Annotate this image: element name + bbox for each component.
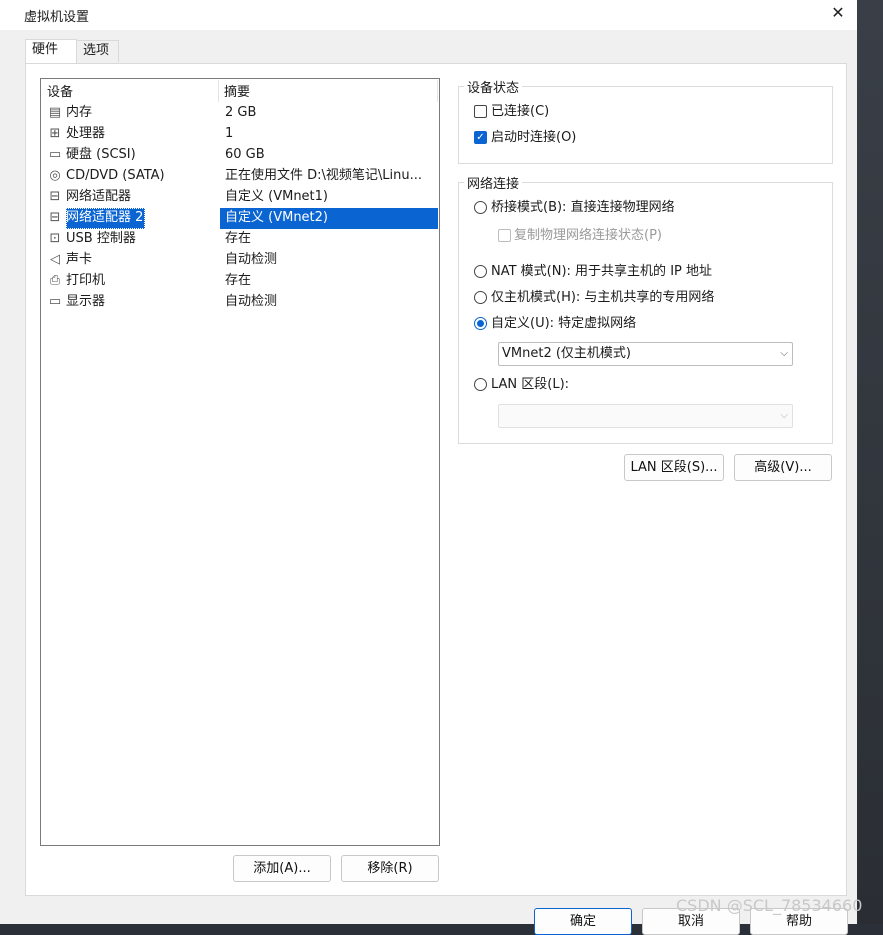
column-header-device[interactable]: 设备 xyxy=(47,81,73,100)
column-header-summary[interactable]: 摘要 xyxy=(224,81,250,100)
memory-icon: ▤ xyxy=(48,105,62,120)
device-summary: 60 GB xyxy=(225,147,265,162)
bridged-radio[interactable] xyxy=(474,201,487,214)
nat-radio[interactable] xyxy=(474,265,487,278)
column-divider xyxy=(437,80,438,102)
chevron-down-icon: ⌵ xyxy=(780,410,788,421)
device-row-printer[interactable]: ⎙ 打印机 存在 xyxy=(44,271,438,292)
ok-button[interactable]: 确定 xyxy=(534,908,632,935)
vm-settings-dialog: 虚拟机设置 ✕ 硬件 选项 设备 摘要 ▤ 内存 2 GB ⊞ 处理器 1 ▭ … xyxy=(0,0,857,935)
device-summary: 1 xyxy=(225,126,234,141)
nat-label[interactable]: NAT 模式(N): 用于共享主机的 IP 地址 xyxy=(491,263,712,281)
advanced-button[interactable]: 高级(V)... xyxy=(734,454,832,481)
device-status-title: 设备状态 xyxy=(464,77,523,96)
custom-network-select[interactable]: VMnet2 (仅主机模式) ⌵ xyxy=(498,342,793,366)
replicate-state-checkbox[interactable] xyxy=(498,229,511,242)
device-summary: 正在使用文件 D:\视频笔记\Linu... xyxy=(225,168,423,183)
device-row-harddisk[interactable]: ▭ 硬盘 (SCSI) 60 GB xyxy=(44,145,438,166)
device-summary: 自动检测 xyxy=(225,252,278,267)
lan-segments-button[interactable]: LAN 区段(S)... xyxy=(624,454,724,481)
desktop-background xyxy=(857,0,883,924)
remove-device-button[interactable]: 移除(R) xyxy=(341,855,439,882)
device-name: 网络适配器 xyxy=(66,189,132,204)
network-connection-title: 网络连接 xyxy=(464,173,523,192)
custom-label[interactable]: 自定义(U): 特定虚拟网络 xyxy=(491,315,636,333)
device-name: 网络适配器 2 xyxy=(66,208,146,229)
bridged-label[interactable]: 桥接模式(B): 直接连接物理网络 xyxy=(491,199,675,217)
device-status-group xyxy=(458,86,833,164)
host-only-label[interactable]: 仅主机模式(H): 与主机共享的专用网络 xyxy=(491,289,714,307)
device-name: CD/DVD (SATA) xyxy=(66,168,165,183)
connected-checkbox[interactable] xyxy=(474,105,487,118)
device-summary: 存在 xyxy=(225,231,252,246)
harddisk-icon: ▭ xyxy=(48,147,62,162)
device-summary: 存在 xyxy=(225,273,252,288)
device-name: 显示器 xyxy=(66,294,106,309)
device-row-network-adapter[interactable]: ⊟ 网络适配器 自定义 (VMnet1) xyxy=(44,187,438,208)
device-row-processor[interactable]: ⊞ 处理器 1 xyxy=(44,124,438,145)
device-row-network-adapter-2[interactable]: ⊟ 网络适配器 2 自定义 (VMnet2) xyxy=(44,208,438,229)
close-icon[interactable]: ✕ xyxy=(826,3,850,25)
add-device-button[interactable]: 添加(A)... xyxy=(233,855,331,882)
usb-icon: ⊡ xyxy=(49,231,61,246)
sound-icon: ◁ xyxy=(50,252,60,267)
device-row-usb-controller[interactable]: ⊡ USB 控制器 存在 xyxy=(44,229,438,250)
printer-icon: ⎙ xyxy=(49,273,61,288)
lan-segment-label[interactable]: LAN 区段(L): xyxy=(491,376,569,394)
cpu-icon: ⊞ xyxy=(49,126,61,141)
window-title: 虚拟机设置 xyxy=(24,10,90,25)
device-name: 声卡 xyxy=(66,252,93,267)
device-row-display[interactable]: ▭ 显示器 自动检测 xyxy=(44,292,438,313)
connect-on-power-label[interactable]: 启动时连接(O) xyxy=(491,129,576,147)
tab-hardware[interactable]: 硬件 xyxy=(25,39,77,64)
host-only-radio[interactable] xyxy=(474,291,487,304)
device-row-sound-card[interactable]: ◁ 声卡 自动检测 xyxy=(44,250,438,271)
cd-dvd-icon: ◎ xyxy=(49,168,61,183)
device-name: 打印机 xyxy=(66,273,106,288)
replicate-state-label[interactable]: 复制物理网络连接状态(P) xyxy=(514,227,662,245)
custom-radio[interactable] xyxy=(474,317,487,330)
device-summary: 自定义 (VMnet2) xyxy=(220,208,438,229)
custom-network-value: VMnet2 (仅主机模式) xyxy=(502,346,631,361)
column-divider xyxy=(218,80,219,102)
connect-on-power-checkbox[interactable]: ✓ xyxy=(474,131,487,144)
network-adapter-icon: ⊟ xyxy=(49,210,61,225)
tab-options[interactable]: 选项 xyxy=(77,40,119,62)
lan-segment-radio[interactable] xyxy=(474,378,487,391)
device-name: 内存 xyxy=(66,105,93,120)
device-summary: 2 GB xyxy=(225,105,257,120)
device-row-cd-dvd[interactable]: ◎ CD/DVD (SATA) 正在使用文件 D:\视频笔记\Linu... xyxy=(44,166,438,187)
watermark: CSDN @SCL_78534660 xyxy=(676,896,863,915)
device-name: USB 控制器 xyxy=(66,231,136,246)
display-icon: ▭ xyxy=(48,294,62,309)
network-adapter-icon: ⊟ xyxy=(49,189,61,204)
connected-label[interactable]: 已连接(C) xyxy=(491,103,549,121)
chevron-down-icon: ⌵ xyxy=(780,348,788,359)
device-name: 处理器 xyxy=(66,126,106,141)
lan-segment-select[interactable]: ⌵ xyxy=(498,404,793,428)
device-summary: 自动检测 xyxy=(225,294,278,309)
device-name: 硬盘 (SCSI) xyxy=(66,147,136,162)
device-row-memory[interactable]: ▤ 内存 2 GB xyxy=(44,103,438,124)
device-summary: 自定义 (VMnet1) xyxy=(225,189,328,204)
title-bar: 虚拟机设置 ✕ xyxy=(0,0,857,30)
